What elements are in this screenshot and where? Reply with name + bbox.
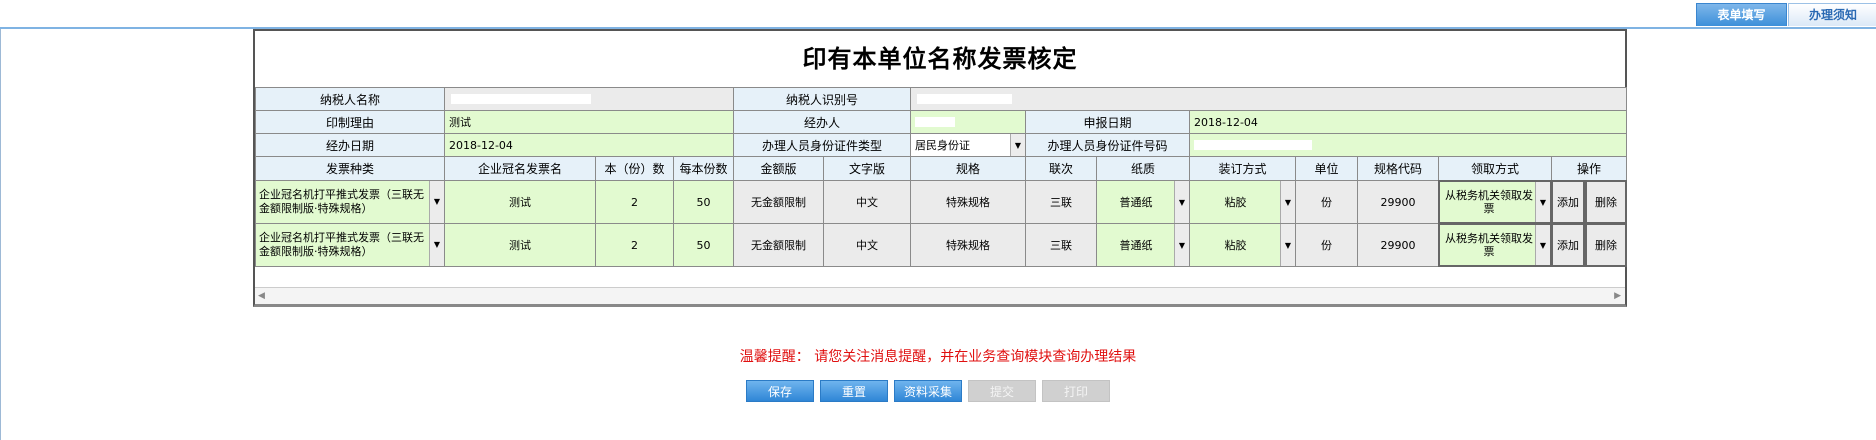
invoice-type-select[interactable]: 企业冠名机打平推式发票（三联无金额限制版·特殊规格） ▼ [255,223,445,267]
col-header-paper: 纸质 [1096,156,1190,181]
paper-select[interactable]: 普通纸 ▼ [1096,223,1190,267]
count-cell[interactable]: 2 [595,180,674,224]
taxpayer-name-label: 纳税人名称 [255,87,445,111]
taxpayer-id-label: 纳税人识别号 [733,87,911,111]
col-header-amount: 金额版 [733,156,824,181]
invoice-type-select[interactable]: 企业冠名机打平推式发票（三联无金额限制版·特殊规格） ▼ [255,180,445,224]
invoice-type-value: 企业冠名机打平推式发票（三联无金额限制版·特殊规格） [259,231,424,258]
save-button[interactable]: 保存 [746,380,814,402]
dropdown-arrow-icon[interactable]: ▼ [1280,224,1295,266]
spec-cell: 特殊规格 [910,180,1026,224]
id-type-value: 居民身份证 [915,139,970,152]
print-reason-label: 印制理由 [255,110,445,134]
dropdown-arrow-icon[interactable]: ▼ [1174,181,1189,223]
dropdown-arrow-icon[interactable]: ▼ [1535,182,1550,222]
delete-button[interactable]: 删除 [1585,180,1627,224]
taxpayer-id-field [910,87,1627,111]
left-border [0,29,1,440]
amount-cell: 无金额限制 [733,223,824,267]
print-button[interactable]: 打印 [1042,380,1110,402]
invoice-form: 印有本单位名称发票核定 纳税人名称 纳税人识别号 印制理由 测试 经办人 申报日… [253,29,1627,307]
masked-value [1194,140,1312,150]
id-number-field[interactable] [1189,133,1627,157]
text-cell: 中文 [823,180,911,224]
dropdown-arrow-icon[interactable]: ▼ [429,181,444,223]
binding-select[interactable]: 粘胶 ▼ [1189,223,1296,267]
text-cell: 中文 [823,223,911,267]
dropdown-arrow-icon[interactable]: ▼ [1010,134,1025,156]
copies-cell: 三联 [1025,223,1097,267]
collect-data-button[interactable]: 资料采集 [894,380,962,402]
unit-cell: 份 [1295,223,1358,267]
paper-value: 普通纸 [1119,196,1153,209]
horizontal-scrollbar[interactable]: ◀ ▶ [255,287,1625,304]
reminder-text: 温馨提醒： 请您关注消息提醒，并在业务查询模块查询办理结果 [739,349,1137,365]
amount-cell: 无金额限制 [733,180,824,224]
per-book-cell[interactable]: 50 [673,180,734,224]
paper-select[interactable]: 普通纸 ▼ [1096,180,1190,224]
col-header-invoice-type: 发票种类 [255,156,445,181]
dropdown-arrow-icon[interactable]: ▼ [1174,224,1189,266]
spec-code-cell: 29900 [1357,223,1439,267]
masked-value [451,94,591,104]
col-header-copies: 联次 [1025,156,1097,181]
col-header-text: 文字版 [823,156,911,181]
dropdown-arrow-icon[interactable]: ▼ [1280,181,1295,223]
tab-instructions[interactable]: 办理须知 [1788,3,1876,26]
col-header-unit: 单位 [1295,156,1358,181]
invoice-name-cell[interactable]: 测试 [444,180,596,224]
scroll-right-icon[interactable]: ▶ [1614,291,1621,301]
col-header-spec: 规格 [910,156,1026,181]
form-title: 印有本单位名称发票核定 [802,44,1078,73]
tab-form-fill[interactable]: 表单填写 [1696,3,1787,26]
col-header-method: 领取方式 [1438,156,1552,181]
add-button[interactable]: 添加 [1551,223,1585,267]
col-header-per-book: 每本份数 [673,156,734,181]
invoice-name-cell[interactable]: 测试 [444,223,596,267]
declare-date-label: 申报日期 [1025,110,1190,134]
id-type-select[interactable]: 居民身份证 ▼ [910,133,1026,157]
dropdown-arrow-icon[interactable]: ▼ [1535,225,1550,265]
col-header-binding: 装订方式 [1189,156,1296,181]
masked-value [917,94,1012,104]
id-type-label: 办理人员身份证件类型 [733,133,911,157]
binding-select[interactable]: 粘胶 ▼ [1189,180,1296,224]
per-book-cell[interactable]: 50 [673,223,734,267]
id-number-label: 办理人员身份证件号码 [1025,133,1190,157]
method-value: 从税务机关领取发票 [1445,232,1533,258]
scroll-left-icon[interactable]: ◀ [258,291,265,301]
print-reason-field[interactable]: 测试 [444,110,734,134]
method-select[interactable]: 从税务机关领取发票 ▼ [1438,180,1552,224]
add-button[interactable]: 添加 [1551,180,1585,224]
invoice-type-value: 企业冠名机打平推式发票（三联无金额限制版·特殊规格） [259,188,424,215]
declare-date-field[interactable]: 2018-12-04 [1189,110,1627,134]
handle-date-label: 经办日期 [255,133,445,157]
col-header-action: 操作 [1551,156,1627,181]
spec-code-cell: 29900 [1357,180,1439,224]
copies-cell: 三联 [1025,180,1097,224]
handler-label: 经办人 [733,110,911,134]
binding-value: 粘胶 [1224,239,1247,252]
spec-cell: 特殊规格 [910,223,1026,267]
method-value: 从税务机关领取发票 [1445,189,1533,215]
col-header-count: 本（份）数 [595,156,674,181]
handle-date-field[interactable]: 2018-12-04 [444,133,734,157]
masked-value [915,117,955,127]
handler-field[interactable] [910,110,1026,134]
dropdown-arrow-icon[interactable]: ▼ [429,224,444,266]
reset-button[interactable]: 重置 [820,380,888,402]
col-header-spec-code: 规格代码 [1357,156,1439,181]
binding-value: 粘胶 [1224,196,1247,209]
delete-button[interactable]: 删除 [1585,223,1627,267]
unit-cell: 份 [1295,180,1358,224]
col-header-invoice-name: 企业冠名发票名 [444,156,596,181]
paper-value: 普通纸 [1119,239,1153,252]
count-cell[interactable]: 2 [595,223,674,267]
method-select[interactable]: 从税务机关领取发票 ▼ [1438,223,1552,267]
submit-button[interactable]: 提交 [968,380,1036,402]
taxpayer-name-field [444,87,734,111]
top-tab-bar: 表单填写 办理须知 [0,0,1876,29]
